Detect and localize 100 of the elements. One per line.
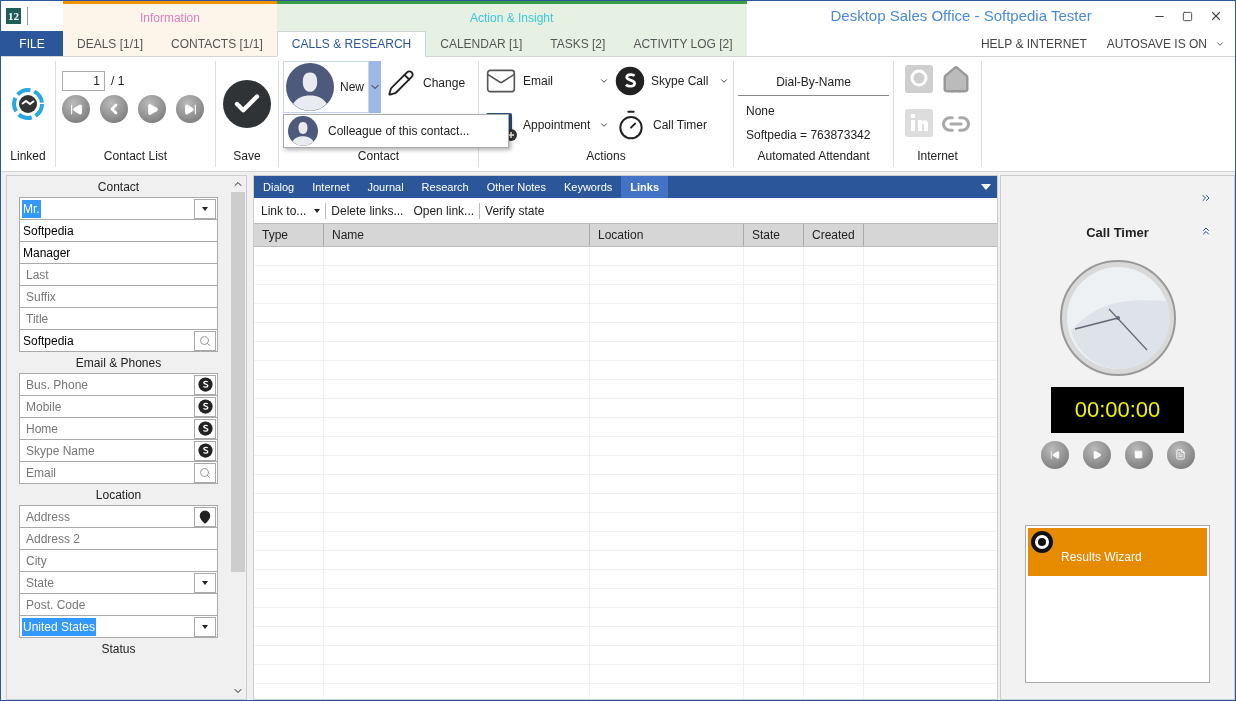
menu-item[interactable]: AUTOSAVE IS ON bbox=[1106, 34, 1225, 53]
skip-back-icon bbox=[69, 102, 83, 116]
notes-tab[interactable]: Dialog bbox=[254, 176, 304, 198]
toolbar-button[interactable]: Delete links... bbox=[326, 201, 409, 220]
notes-tab[interactable]: Journal bbox=[358, 176, 413, 198]
first-button[interactable] bbox=[62, 95, 90, 123]
input-field[interactable]: Softpedia bbox=[19, 329, 218, 352]
input-field[interactable]: Softpedia bbox=[19, 219, 218, 242]
input-field[interactable]: Post. Code bbox=[19, 593, 218, 616]
group-label: Contact List bbox=[103, 148, 168, 165]
home-icon[interactable] bbox=[940, 65, 971, 95]
ribbon-tab[interactable]: CONTACTS [1/1] bbox=[157, 31, 277, 56]
scrollbar-thumb[interactable] bbox=[231, 192, 245, 572]
maximize-icon[interactable] bbox=[1182, 10, 1193, 22]
caret-icon bbox=[599, 76, 609, 86]
play-icon bbox=[1091, 449, 1102, 460]
section-title: Status bbox=[100, 641, 137, 658]
ribbon-tab[interactable]: TASKS [2] bbox=[536, 31, 620, 56]
input-field[interactable]: Title bbox=[19, 307, 218, 330]
ribbon-tab[interactable]: CALENDAR [1] bbox=[426, 31, 537, 56]
menu-item[interactable]: HELP & INTERNET bbox=[980, 34, 1087, 53]
menu-item[interactable]: Colleague of this contact... bbox=[284, 116, 508, 146]
action-button[interactable]: Email bbox=[485, 63, 615, 99]
section-title: Email & Phones bbox=[74, 355, 163, 372]
column-header[interactable]: Name bbox=[324, 224, 590, 246]
input-field[interactable]: Bus. Phone bbox=[19, 373, 218, 396]
change-button[interactable]: Change bbox=[387, 63, 466, 103]
toolbar-button[interactable]: Verify state bbox=[480, 201, 550, 220]
input-field[interactable]: Address bbox=[19, 505, 218, 528]
dropdown-arrow-icon[interactable] bbox=[202, 624, 208, 629]
input-field[interactable]: Address 2 bbox=[19, 527, 218, 550]
last-button[interactable] bbox=[176, 95, 204, 123]
stop-button[interactable] bbox=[1124, 440, 1153, 469]
group-label: Internet bbox=[917, 148, 958, 165]
timer-display: 00:00:00 bbox=[1051, 386, 1184, 433]
attendant-entry: None bbox=[745, 103, 776, 120]
input-field[interactable]: Skype Name bbox=[19, 439, 218, 462]
play-button[interactable] bbox=[1082, 440, 1111, 469]
dial-by-name-header: Dial-By-Name bbox=[738, 73, 889, 96]
tab-group-label: Action & Insight bbox=[470, 9, 554, 27]
dropdown-arrow-icon[interactable] bbox=[202, 580, 208, 585]
save-button[interactable] bbox=[223, 80, 271, 128]
previous-button[interactable] bbox=[100, 95, 128, 123]
group-label: Save bbox=[233, 148, 261, 165]
next-button[interactable] bbox=[138, 95, 166, 123]
input-field[interactable]: Home bbox=[19, 417, 218, 440]
group-label: Automated Attendant bbox=[757, 148, 870, 165]
file-tab[interactable]: FILE bbox=[1, 31, 63, 56]
skype-icon bbox=[197, 377, 213, 392]
column-header[interactable]: Created bbox=[804, 224, 864, 246]
call-timer-title: Call Timer bbox=[1086, 224, 1149, 242]
toolbar-button[interactable]: Open link... bbox=[408, 201, 480, 220]
stop-icon bbox=[1134, 450, 1143, 459]
collapse-icon[interactable] bbox=[1200, 225, 1212, 237]
input-field[interactable]: State bbox=[19, 571, 218, 594]
tab-group-label: Information bbox=[139, 9, 200, 27]
search-icon[interactable] bbox=[199, 466, 211, 479]
skype-icon bbox=[197, 399, 213, 414]
target-icon bbox=[1030, 529, 1054, 554]
input-field[interactable]: Manager bbox=[19, 241, 218, 264]
input-field[interactable]: Suffix bbox=[19, 285, 218, 308]
app-logo: 12 bbox=[6, 8, 21, 25]
input-field[interactable]: Mobile bbox=[19, 395, 218, 418]
notes-tab[interactable]: Other Notes bbox=[477, 176, 555, 198]
skip-forward-icon bbox=[183, 102, 197, 116]
group-label: Actions bbox=[586, 148, 626, 165]
toolbar-button[interactable]: Link to... bbox=[256, 201, 326, 220]
dropdown-arrow-icon[interactable] bbox=[202, 206, 208, 211]
notes-tab[interactable]: Keywords bbox=[554, 176, 622, 198]
caret-icon bbox=[314, 208, 321, 213]
section-title: Contact bbox=[96, 179, 141, 196]
column-header[interactable]: State bbox=[744, 224, 804, 246]
notes-tab[interactable]: Research bbox=[412, 176, 478, 198]
new-contact-button[interactable]: New bbox=[283, 61, 369, 113]
expand-icon[interactable] bbox=[1200, 192, 1212, 204]
notes-tab[interactable]: Internet bbox=[303, 176, 359, 198]
ribbon-tab[interactable]: ACTIVITY LOG [2] bbox=[619, 31, 747, 56]
window-title: Desktop Sales Office - Softpedia Tester bbox=[830, 5, 1092, 26]
person-icon bbox=[286, 63, 334, 111]
column-header[interactable]: Location bbox=[590, 224, 744, 246]
group-label: Contact bbox=[357, 148, 400, 165]
input-field[interactable]: Email bbox=[19, 461, 218, 484]
play-icon bbox=[145, 102, 159, 116]
caret-icon bbox=[599, 120, 609, 130]
ribbon-tab[interactable]: DEALS [1/1] bbox=[63, 31, 158, 56]
notes-tab[interactable]: Links bbox=[621, 176, 668, 198]
map-pin-icon[interactable] bbox=[198, 509, 212, 524]
restart-button[interactable] bbox=[1040, 440, 1069, 469]
ribbon-tab[interactable]: CALLS & RESEARCH bbox=[276, 31, 427, 57]
note-button[interactable] bbox=[1166, 440, 1195, 469]
page-field[interactable]: 1 bbox=[62, 71, 105, 91]
linked-icon[interactable] bbox=[11, 87, 45, 121]
search-icon[interactable] bbox=[199, 334, 211, 347]
dropdown-arrow-icon[interactable] bbox=[981, 184, 991, 190]
input-field[interactable]: Last bbox=[19, 263, 218, 286]
action-button[interactable]: Skype Call bbox=[615, 63, 735, 99]
dropdown-caret-icon[interactable] bbox=[369, 61, 381, 113]
action-button[interactable]: Call Timer bbox=[615, 107, 735, 143]
input-field[interactable]: City bbox=[19, 549, 218, 572]
column-header[interactable]: Type bbox=[254, 224, 324, 246]
